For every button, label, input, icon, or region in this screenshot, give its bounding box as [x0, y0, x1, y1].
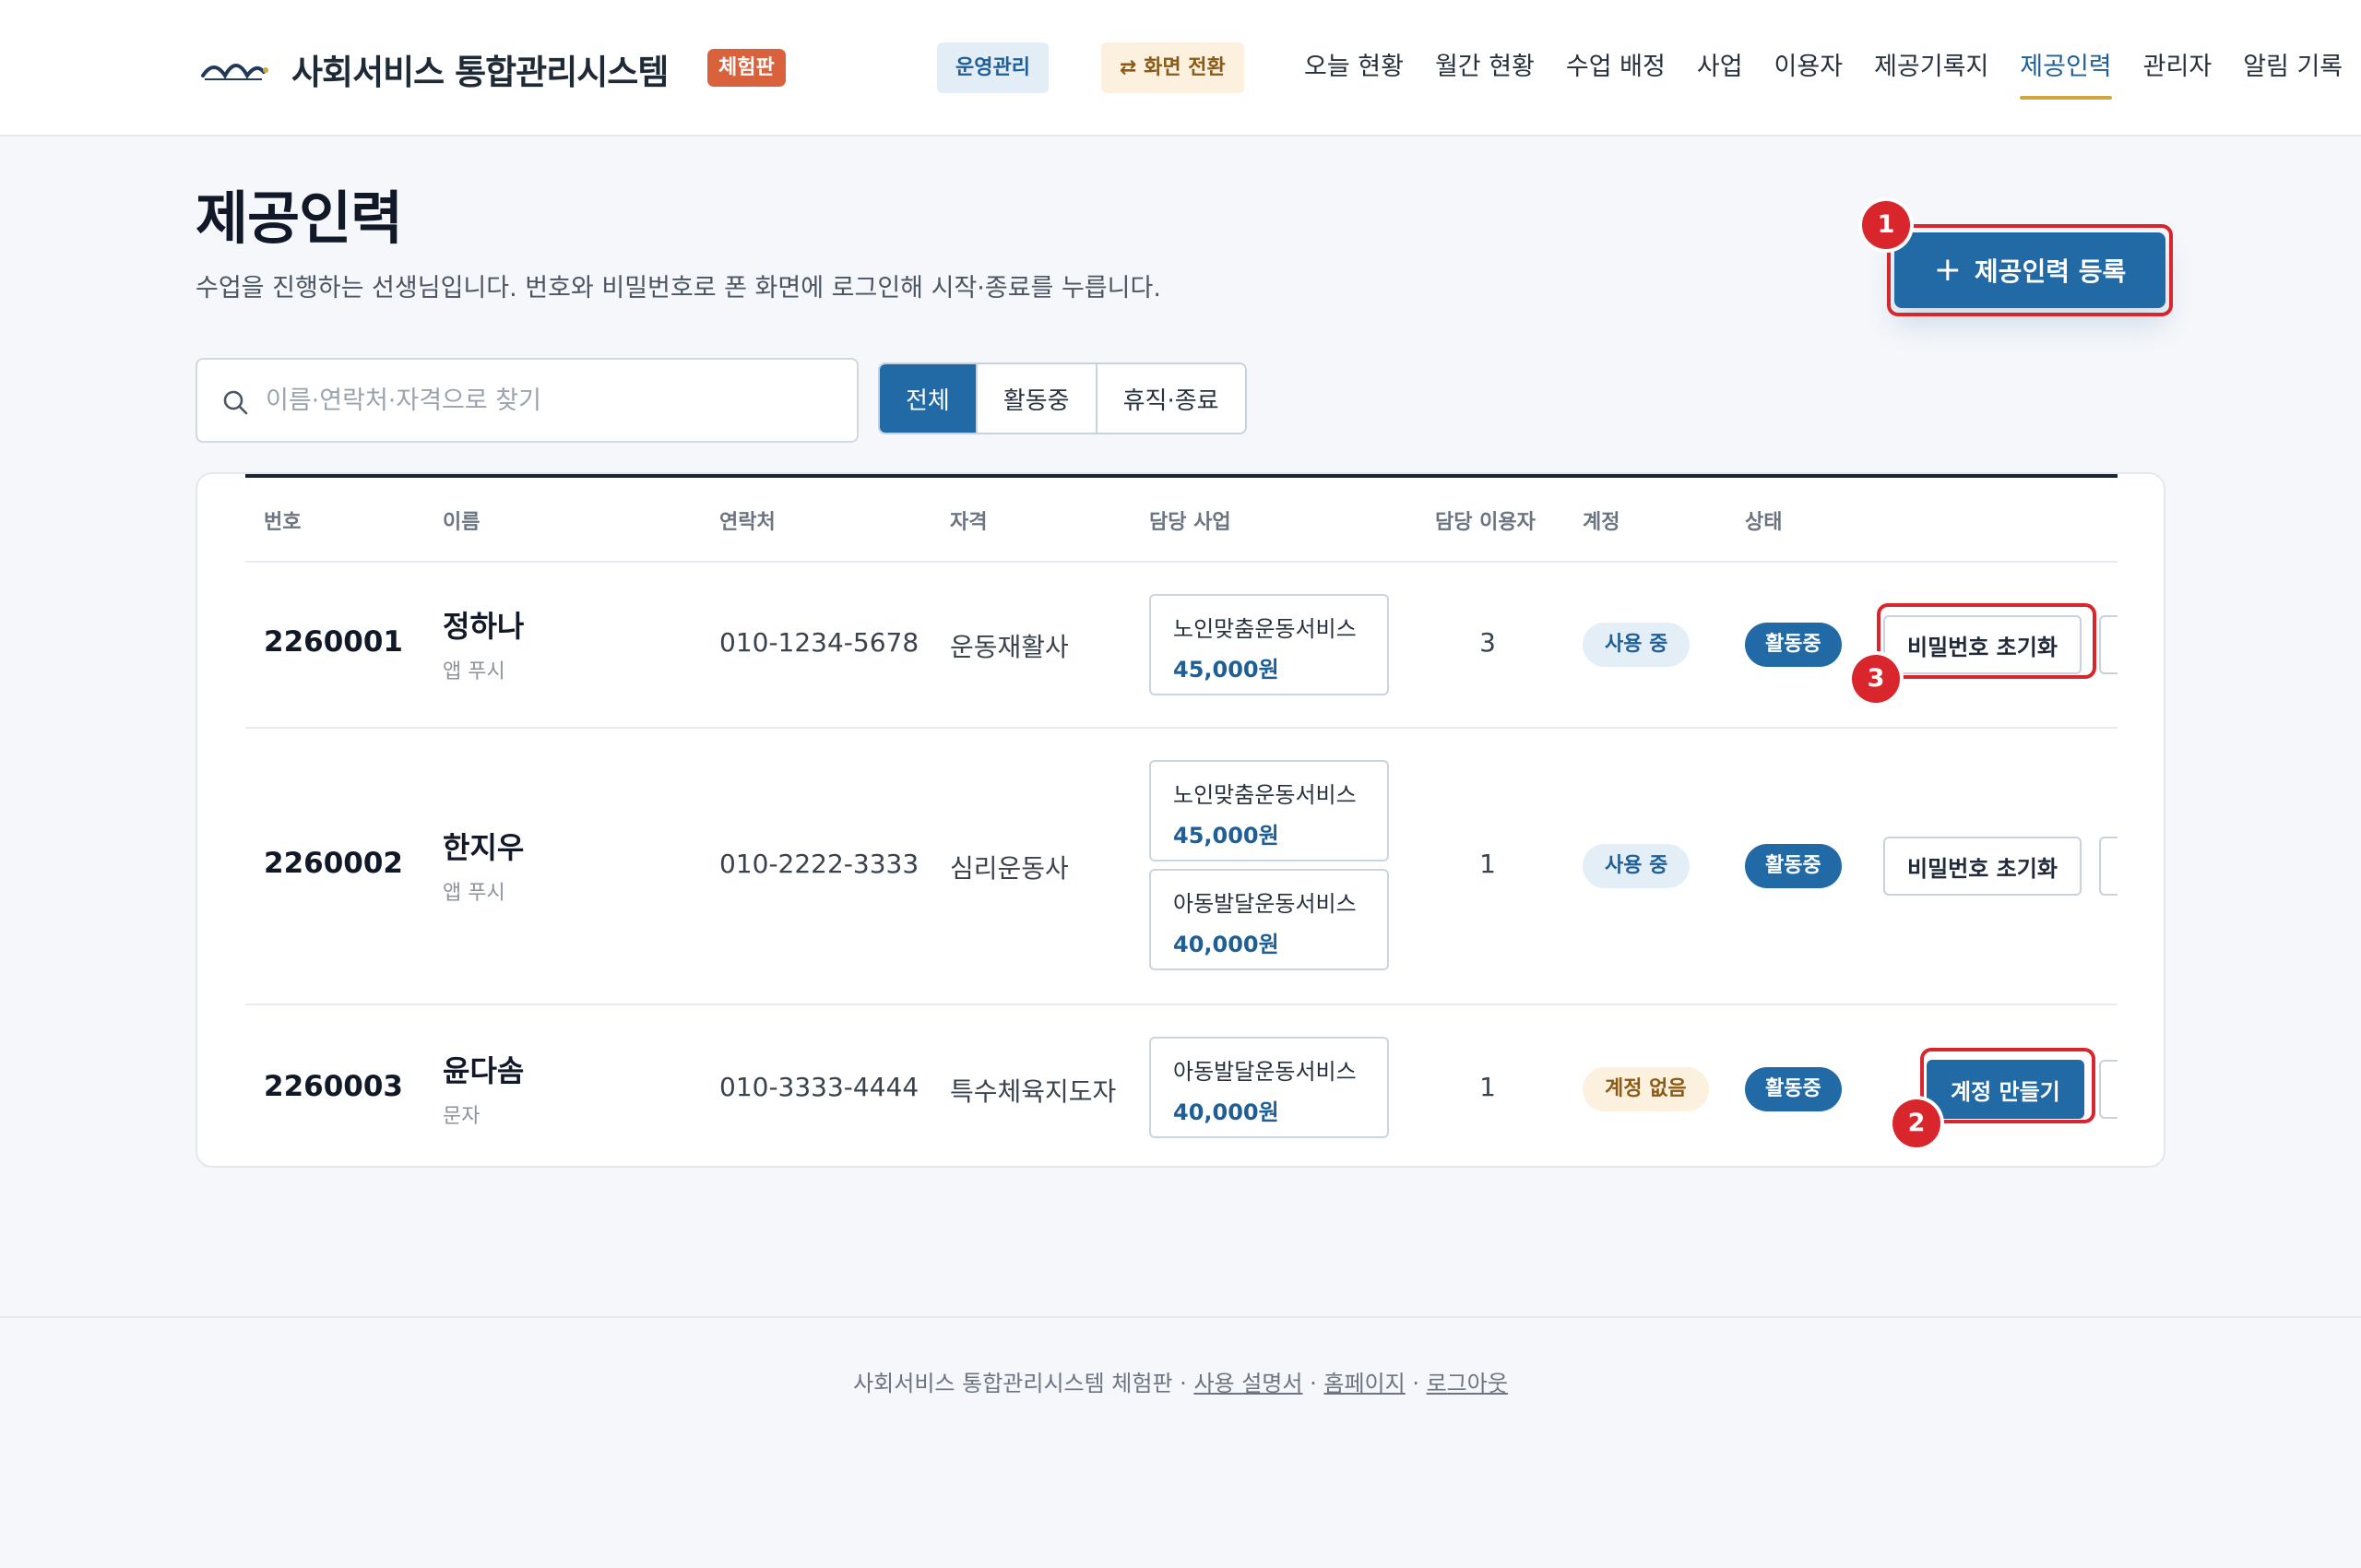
callout-marker: 3: [1852, 655, 1900, 703]
program-price: 40,000원: [1173, 932, 1279, 957]
logo-icon: [201, 64, 268, 80]
col-clients: 담당 이용자: [1435, 511, 1536, 534]
reset-password-button[interactable]: 비밀번호 초기화: [1883, 837, 2082, 896]
provider-id: 2260002: [264, 847, 403, 880]
mode-indicator: 운영관리: [937, 42, 1049, 93]
nav-business[interactable]: 사업: [1697, 0, 1743, 135]
client-count: 3: [1479, 627, 1496, 658]
status-filter: 전체 활동중 휴직·종료: [878, 362, 1247, 434]
filter-active[interactable]: 활동중: [977, 364, 1097, 433]
provider-id: 2260003: [264, 1070, 403, 1103]
nav-notifications[interactable]: 알림 기록: [2243, 0, 2343, 135]
col-status: 상태: [1745, 511, 1783, 534]
col-name: 이름: [443, 511, 481, 534]
providers-table: 번호 이름 연락처 자격 담당 사업 담당 이용자 계정 상태 2260001 …: [196, 472, 2165, 1168]
provider-phone: 010-3333-4444: [719, 1072, 919, 1102]
footer-separator: ·: [1405, 1371, 1427, 1396]
col-programs: 담당 사업: [1149, 511, 1231, 534]
more-action-button[interactable]: [2099, 615, 2118, 674]
col-account: 계정: [1583, 511, 1620, 534]
col-number: 번호: [264, 511, 302, 534]
nav-class-assign[interactable]: 수업 배정: [1566, 0, 1666, 135]
nav-admins[interactable]: 관리자: [2143, 0, 2213, 135]
notify-method: 앱 푸시: [443, 882, 505, 905]
program-price: 45,000원: [1173, 657, 1279, 683]
row-divider: [245, 727, 2118, 729]
provider-name: 한지우: [443, 830, 525, 865]
provider-name: 정하나: [443, 609, 525, 644]
program-card: 노인맞춤운동서비스 45,000원: [1149, 594, 1389, 695]
client-count: 1: [1479, 1072, 1496, 1102]
status-badge: 활동중: [1745, 623, 1842, 667]
notify-method: 문자: [443, 1105, 481, 1128]
callout-marker: 1: [1862, 201, 1910, 249]
footer-separator: ·: [1302, 1371, 1324, 1396]
more-action-button[interactable]: [2099, 1060, 2118, 1119]
page-description: 수업을 진행하는 선생님입니다. 번호와 비밀번호로 폰 화면에 로그인해 시작…: [196, 274, 1161, 303]
register-provider-button[interactable]: + 제공인력 등록: [1894, 232, 2165, 308]
program-card: 노인맞춤운동서비스 45,000원: [1149, 760, 1389, 861]
search-icon: [223, 390, 248, 415]
nav-today[interactable]: 오늘 현황: [1304, 0, 1404, 135]
filter-inactive[interactable]: 휴직·종료: [1097, 364, 1245, 433]
status-badge: 활동중: [1745, 844, 1842, 888]
logout-link[interactable]: 로그아웃: [1427, 1371, 1508, 1396]
nav-records[interactable]: 제공기록지: [1874, 0, 1988, 135]
row-divider: [245, 561, 2118, 563]
col-qualification: 자격: [950, 511, 988, 534]
nav-monthly[interactable]: 월간 현황: [1435, 0, 1535, 135]
program-price: 40,000원: [1173, 1099, 1279, 1125]
footer: 사회서비스 통합관리시스템 체험판 · 사용 설명서 · 홈페이지 · 로그아웃: [0, 1365, 2361, 1397]
manual-link[interactable]: 사용 설명서: [1193, 1371, 1302, 1396]
filter-all[interactable]: 전체: [880, 364, 978, 433]
col-phone: 연락처: [719, 511, 776, 534]
program-card: 아동발달운동서비스 40,000원: [1149, 1037, 1389, 1138]
main-nav: 오늘 현황 월간 현황 수업 배정 사업 이용자 제공기록지 제공인력 관리자 …: [1304, 0, 2343, 135]
trial-badge: 체험판: [707, 49, 786, 87]
reset-password-button[interactable]: 비밀번호 초기화: [1883, 615, 2082, 674]
search-input[interactable]: [266, 360, 837, 441]
provider-qualification: 특수체육지도자: [950, 1076, 1117, 1107]
provider-phone: 010-2222-3333: [719, 849, 919, 879]
row-divider: [245, 1004, 2118, 1005]
nav-clients[interactable]: 이용자: [1774, 0, 1844, 135]
account-badge: 사용 중: [1583, 844, 1691, 888]
client-count: 1: [1479, 849, 1496, 879]
top-header: 사회서비스 통합관리시스템 체험판 운영관리 ⇄ 화면 전환 오늘 현황 월간 …: [0, 0, 2361, 137]
provider-qualification: 운동재활사: [950, 632, 1069, 662]
program-name: 노인맞춤운동서비스: [1173, 782, 1357, 808]
switch-view-button[interactable]: ⇄ 화면 전환: [1101, 42, 1244, 93]
plus-icon: +: [1933, 251, 1962, 289]
search-box: [196, 358, 859, 443]
status-badge: 활동중: [1745, 1067, 1842, 1111]
provider-qualification: 심리운동사: [950, 853, 1069, 884]
program-card: 아동발달운동서비스 40,000원: [1149, 869, 1389, 970]
footer-divider: [0, 1316, 2361, 1318]
table-body: 번호 이름 연락처 자격 담당 사업 담당 이용자 계정 상태 2260001 …: [245, 474, 2118, 1166]
register-provider-label: 제공인력 등록: [1974, 256, 2127, 287]
page-title: 제공인력: [196, 184, 403, 252]
program-name: 노인맞춤운동서비스: [1173, 616, 1357, 642]
brand-title: 사회서비스 통합관리시스템: [291, 53, 669, 92]
provider-phone: 010-1234-5678: [719, 627, 919, 658]
callout-marker: 2: [1892, 1099, 1940, 1147]
notify-method: 앱 푸시: [443, 660, 505, 683]
program-price: 45,000원: [1173, 823, 1279, 849]
create-account-button[interactable]: 계정 만들기: [1927, 1060, 2084, 1119]
account-badge: 사용 중: [1583, 623, 1691, 667]
more-action-button[interactable]: [2099, 837, 2118, 896]
nav-providers[interactable]: 제공인력: [2020, 0, 2113, 135]
footer-text: 사회서비스 통합관리시스템 체험판 ·: [853, 1371, 1194, 1396]
program-name: 아동발달운동서비스: [1173, 891, 1357, 917]
program-name: 아동발달운동서비스: [1173, 1059, 1357, 1085]
account-badge: 계정 없음: [1583, 1067, 1709, 1111]
provider-name: 윤다솜: [443, 1053, 525, 1088]
provider-id: 2260001: [264, 625, 403, 659]
homepage-link[interactable]: 홈페이지: [1323, 1371, 1405, 1396]
